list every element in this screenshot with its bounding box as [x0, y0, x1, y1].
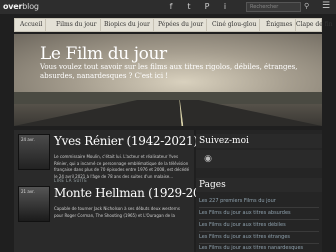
nav-item-pepees-du-jour[interactable]: Pépées du jour	[155, 19, 208, 31]
follow-heading: Suivez-moi	[196, 134, 322, 148]
post-date: 24 avr.	[21, 137, 35, 142]
nav-item-clape-de-fin[interactable]: Clape de fin	[293, 19, 336, 31]
sidebar-page-link[interactable]: Les Films du jour aux titres absurdes	[199, 210, 322, 216]
overblog-topbar: overblog f t P i Rechercher ⚲ ☰	[0, 0, 336, 14]
header-banner: Le Film du jour Vous voulez tout savoir …	[14, 34, 322, 126]
divider	[199, 231, 319, 232]
search-icon[interactable]: ⚲	[304, 2, 309, 10]
overblog-logo[interactable]: overblog	[3, 2, 39, 11]
divider	[199, 243, 319, 244]
post-date: 21 avr.	[21, 189, 35, 194]
nav-item-films-du-jour[interactable]: Films du jour	[53, 19, 101, 31]
blog-title[interactable]: Le Film du jour	[40, 44, 167, 64]
sidebar: Suivez-moi ◉ Pages Les 227 premiers Film…	[196, 130, 322, 252]
read-more-link[interactable]: LIRE LA SUITE	[54, 178, 87, 183]
instagram-icon[interactable]: i	[220, 2, 230, 12]
divider	[199, 219, 319, 220]
sidebar-page-link[interactable]: Les Films du jour aux titres nanardesque…	[199, 245, 322, 251]
post-title[interactable]: Monte Hellman (1929-2021)	[54, 186, 220, 200]
facebook-icon[interactable]: f	[166, 2, 176, 12]
sidebar-page-link[interactable]: Les Films du jour aux titres étranges	[199, 234, 322, 240]
search-input[interactable]: Rechercher	[246, 2, 301, 12]
post-excerpt: Capable de tourner Jack Nicholson à ses …	[54, 206, 180, 218]
post-title[interactable]: Yves Rénier (1942-2021)	[54, 134, 198, 148]
post-thumbnail[interactable]: 21 avr.	[18, 186, 50, 222]
sidebar-page-link[interactable]: Les Films du jour aux titres débiles	[199, 222, 322, 228]
pinterest-icon[interactable]: P	[202, 2, 212, 12]
follow-icons: ◉	[196, 150, 322, 168]
nav-item-biopics-du-jour[interactable]: Biopics du jour	[101, 19, 154, 31]
nav-item-accueil[interactable]: Accueil	[17, 19, 47, 31]
post-excerpt: Le commissaire Moulin, c'était lui. L'ac…	[54, 154, 190, 179]
nav-item-cine-glou-glou[interactable]: Ciné glou-glou	[209, 19, 261, 31]
blog-subtitle: Vous voulez tout savoir sur les films au…	[40, 63, 298, 80]
twitter-icon[interactable]: t	[184, 2, 194, 12]
post-thumbnail[interactable]: 24 avr.	[18, 134, 50, 170]
menu-icon[interactable]: ☰	[322, 1, 330, 11]
main-nav: Accueil Films du jour Biopics du jour Pé…	[14, 18, 333, 32]
sidebar-page-link[interactable]: Les 227 premiers Films du jour	[199, 198, 322, 204]
divider	[199, 207, 319, 208]
pages-heading: Pages	[196, 178, 322, 192]
rss-icon[interactable]: ◉	[202, 153, 214, 165]
nav-item-enigmes[interactable]: Énigmes	[263, 19, 297, 31]
